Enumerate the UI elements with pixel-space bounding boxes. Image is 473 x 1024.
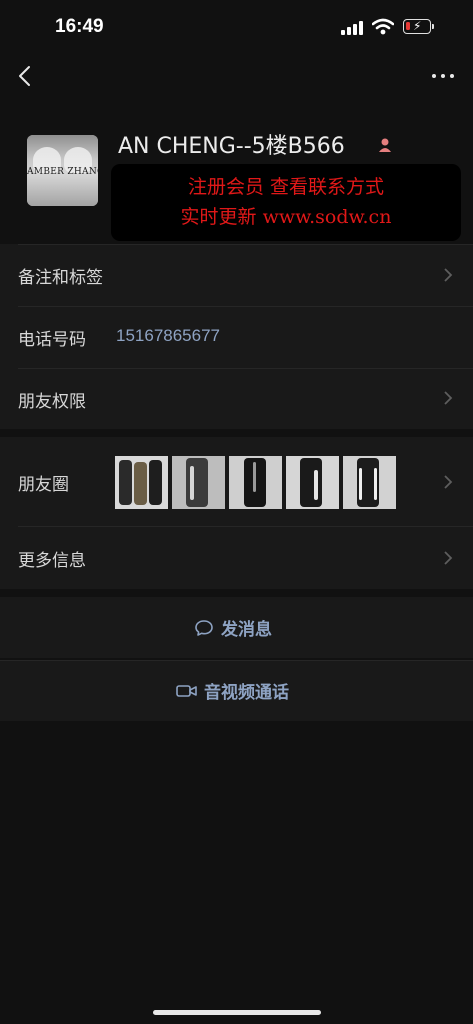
battery-cap	[432, 24, 434, 29]
chevron-right-icon	[444, 391, 453, 405]
audio-video-call-button[interactable]: 音视频通话	[0, 660, 473, 721]
wifi-icon	[372, 18, 394, 35]
send-message-button[interactable]: 发消息	[0, 597, 473, 658]
moments-thumbnail	[343, 456, 396, 509]
chevron-left-icon[interactable]	[14, 62, 38, 90]
row-label: 朋友圈	[18, 475, 69, 495]
avatar[interactable]: AMBER ZHANG	[27, 135, 98, 206]
more-dots-icon[interactable]	[430, 68, 456, 84]
moments-thumbnail	[229, 456, 282, 509]
charging-bolt-icon: ⚡	[413, 19, 422, 33]
chevron-right-icon	[444, 475, 453, 489]
promo-line-1: 注册会员 查看联系方式	[187, 176, 385, 198]
status-time: 16:49	[55, 16, 104, 37]
row-remarks-tags[interactable]: 备注和标签	[0, 244, 473, 306]
moments-thumbnail	[286, 456, 339, 509]
promo-line-2: 实时更新 www.sodw.cn	[180, 206, 392, 228]
chat-bubble-icon	[195, 619, 213, 636]
row-label: 更多信息	[18, 551, 86, 571]
row-friend-permissions[interactable]: 朋友权限	[0, 368, 473, 429]
chevron-right-icon	[444, 268, 453, 282]
promo-banner: 注册会员 查看联系方式 实时更新 www.sodw.cn	[111, 164, 461, 241]
contact-profile-screen: 16:49 ⚡ AMBER ZHANG AN CHENG--5楼B566 注册会…	[0, 0, 473, 1024]
person-icon	[379, 138, 391, 152]
row-label: 电话号码	[18, 330, 86, 350]
moments-thumbnail	[172, 456, 225, 509]
home-indicator[interactable]	[153, 1010, 321, 1015]
chevron-right-icon	[444, 551, 453, 565]
send-message-label: 发消息	[221, 620, 272, 640]
audio-video-call-label: 音视频通话	[204, 683, 289, 703]
row-more-info[interactable]: 更多信息	[0, 526, 473, 589]
status-bar: 16:49 ⚡	[0, 0, 473, 56]
video-camera-icon	[176, 684, 197, 697]
phone-number[interactable]: 15167865677	[116, 326, 220, 346]
moments-thumbnail	[115, 456, 168, 509]
row-label: 备注和标签	[18, 268, 103, 288]
avatar-logo-text: AMBER ZHANG	[27, 167, 98, 177]
row-label: 朋友权限	[18, 392, 86, 412]
cellular-signal-icon	[341, 21, 365, 35]
battery-icon: ⚡	[403, 19, 431, 34]
row-phone[interactable]: 电话号码 15167865677	[0, 306, 473, 368]
battery-level-fill	[406, 22, 410, 30]
row-moments[interactable]: 朋友圈	[0, 437, 473, 526]
profile-name: AN CHENG--5楼B566	[118, 134, 345, 159]
